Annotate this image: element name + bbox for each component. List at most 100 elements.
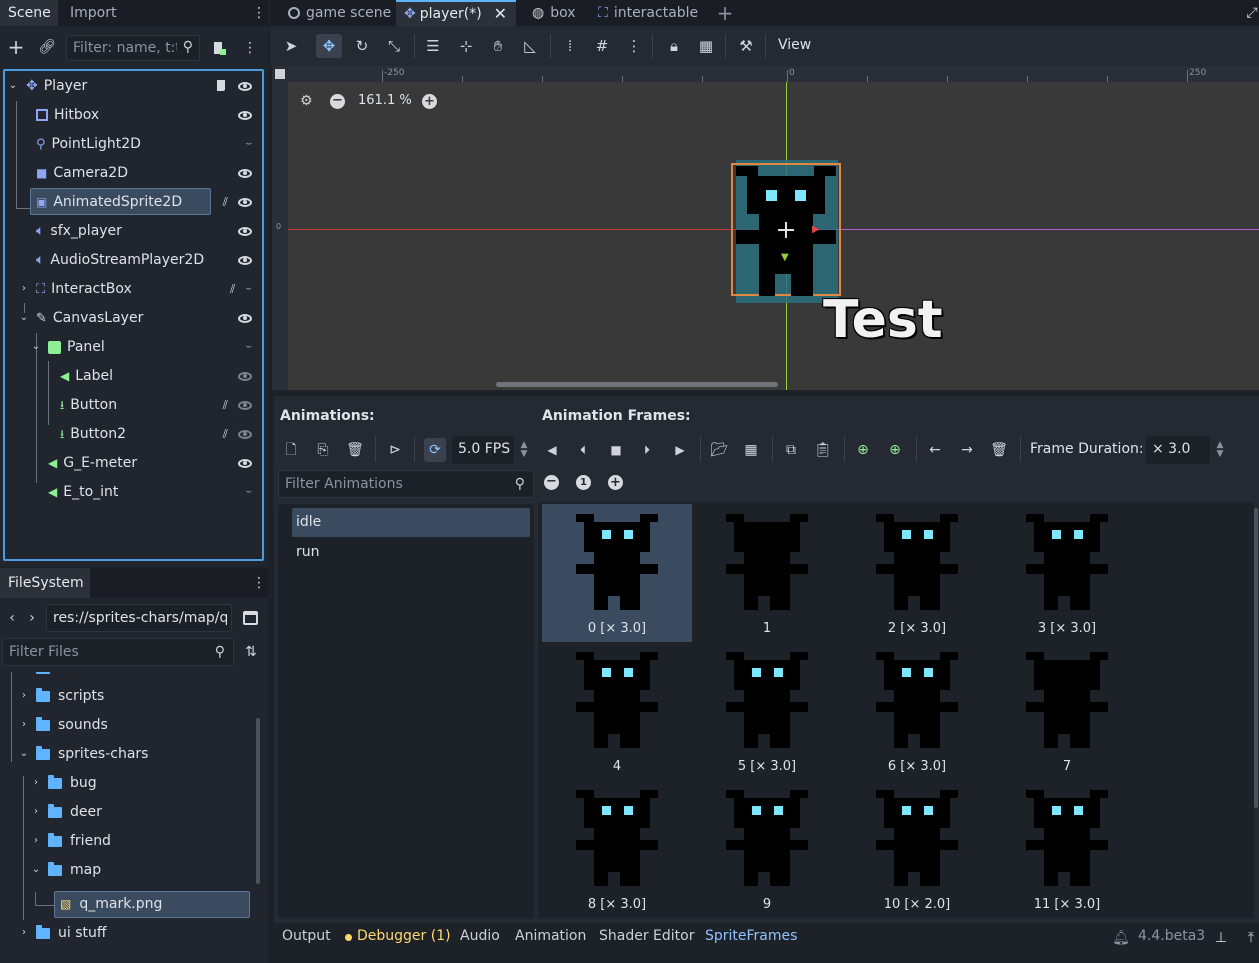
bottom-tab-shader-editor[interactable]: Shader Editor xyxy=(599,928,694,944)
chevron-right-icon[interactable]: › xyxy=(18,928,30,938)
scene-filter-input[interactable]: Filter: name, t:t ⚲ xyxy=(66,35,200,61)
frames-scrollbar[interactable] xyxy=(1254,508,1258,808)
bottom-tab-audio[interactable]: Audio xyxy=(460,928,500,944)
visibility-eye-icon[interactable] xyxy=(238,429,252,439)
back-icon[interactable]: ‹ xyxy=(6,610,18,626)
move-right-icon[interactable]: → xyxy=(958,440,976,460)
view-menu[interactable]: View xyxy=(778,37,811,53)
x-arrow-icon[interactable]: ▶ xyxy=(812,224,820,235)
tree-row-e-to-int[interactable]: ◀ E_to_int ⌣ xyxy=(48,478,262,506)
script-icon[interactable] xyxy=(214,79,228,93)
forward-icon[interactable]: › xyxy=(26,610,38,626)
rotate-tool-icon[interactable]: ↻ xyxy=(349,34,375,58)
tree-row-button2[interactable]: ⭳ Button2 ⫽ xyxy=(60,420,262,448)
grid-snap-icon[interactable]: # xyxy=(589,34,615,58)
visibility-eye-icon[interactable] xyxy=(238,400,252,410)
frame-duration-field[interactable]: × 3.0 xyxy=(1146,436,1210,464)
frames-zoom-out-icon[interactable]: − xyxy=(544,475,559,490)
sprite-sheet-icon[interactable]: ▦ xyxy=(742,440,760,460)
chevron-down-icon[interactable]: ⌄ xyxy=(30,865,42,875)
frame-item[interactable]: 4 xyxy=(542,642,692,780)
zoom-out-icon[interactable]: − xyxy=(330,94,345,109)
tree-row-g-e-meter[interactable]: ◀ G_E-meter xyxy=(48,449,262,477)
tree-row-pointlight2d[interactable]: ⚲ PointLight2D ⌣ xyxy=(36,130,262,158)
duration-spinner-icon[interactable]: ▲ ▼ xyxy=(1214,436,1226,464)
animation-item-idle[interactable]: idle xyxy=(292,508,530,537)
tab-filesystem[interactable]: FileSystem xyxy=(0,568,90,598)
folder-row-scenes[interactable]: › scenes xyxy=(18,672,106,682)
ruler-tool-icon[interactable]: ◺ xyxy=(517,34,543,58)
frame-item[interactable]: 8 [× 3.0] xyxy=(542,780,692,918)
frame-item[interactable]: 11 [× 3.0] xyxy=(992,780,1142,918)
pin-icon[interactable]: ⊥ xyxy=(1214,930,1228,946)
chevron-right-icon[interactable]: › xyxy=(18,284,30,294)
new-animation-icon[interactable]: 🗋︎ xyxy=(282,440,300,460)
signal-icon[interactable]: ⫽ xyxy=(223,428,228,440)
fps-field[interactable]: 5.0 FPS xyxy=(452,436,514,464)
scale-tool-icon[interactable]: ⤡ xyxy=(381,34,407,58)
tree-row-animatedsprite2d[interactable]: ▣ AnimatedSprite2D ⫽ xyxy=(36,188,262,216)
paste-icon[interactable]: 📋︎ xyxy=(814,440,832,460)
tab-import[interactable]: Import xyxy=(62,0,124,26)
frame-item[interactable]: 3 [× 3.0] xyxy=(992,504,1142,642)
insert-after-icon[interactable]: ⊕ xyxy=(886,440,904,460)
stop-icon[interactable]: ■ xyxy=(608,440,624,460)
dock-menu-icon[interactable]: ⋮ xyxy=(252,574,266,592)
folder-row-friend[interactable]: › friend xyxy=(30,827,111,855)
snap-options-icon[interactable]: ⋮ xyxy=(621,34,647,58)
tree-row-audiostreamplayer2d[interactable]: 🔈︎ AudioStreamPlayer2D xyxy=(36,246,262,274)
visibility-eye-icon[interactable] xyxy=(238,371,252,381)
visibility-eye-icon[interactable] xyxy=(238,168,252,178)
frame-item[interactable]: 5 [× 3.0] xyxy=(692,642,842,780)
attach-script-icon[interactable] xyxy=(210,38,228,58)
chevron-right-icon[interactable]: › xyxy=(30,807,42,817)
delete-animation-icon[interactable]: 🗑︎ xyxy=(346,440,364,460)
tree-row-sfx-player[interactable]: 🔈︎ sfx_player xyxy=(36,217,262,245)
more-icon[interactable]: ⋮ xyxy=(243,38,257,58)
chevron-down-icon[interactable]: ⌄ xyxy=(6,81,20,91)
visibility-eye-icon[interactable] xyxy=(238,255,252,265)
bottom-tab-output[interactable]: Output xyxy=(282,928,331,944)
frames-zoom-in-icon[interactable]: + xyxy=(608,475,623,490)
chevron-down-icon[interactable]: ⌄ xyxy=(30,342,42,352)
bottom-tab-debugger[interactable]: Debugger (1) xyxy=(357,928,451,944)
folder-row-sprites-chars[interactable]: ⌄ sprites-chars xyxy=(18,740,148,768)
split-view-icon[interactable] xyxy=(243,611,258,625)
play-backwards-from-end-icon[interactable]: ⏴ xyxy=(574,440,592,460)
bell-icon[interactable]: 🔔︎ xyxy=(1112,930,1130,946)
zoom-in-icon[interactable]: + xyxy=(422,94,437,109)
tree-row-canvaslayer[interactable]: ⌄ ✎ CanvasLayer xyxy=(18,304,262,332)
open-folder-icon[interactable]: 📂︎ xyxy=(710,440,728,460)
fps-spinner-icon[interactable]: ▲ ▼ xyxy=(518,436,530,464)
dock-menu-icon[interactable]: ⋮ xyxy=(252,4,266,22)
hidden-eye-icon[interactable]: ⌣ xyxy=(245,342,252,352)
play-from-start-icon[interactable]: ⏵ xyxy=(638,440,656,460)
file-row-q-mark[interactable]: ▧ q_mark.png xyxy=(60,890,162,918)
folder-row-deer[interactable]: › deer xyxy=(30,798,102,826)
tree-row-hitbox[interactable]: Hitbox xyxy=(36,101,262,129)
move-tool-icon[interactable]: ✥ xyxy=(316,34,342,58)
distraction-free-icon[interactable]: ⤢ xyxy=(1245,3,1259,23)
tree-row-panel[interactable]: ⌄ Panel ⌣ xyxy=(30,333,262,361)
play-icon[interactable]: ▶ xyxy=(672,440,688,460)
tab-game-scene[interactable]: game scene xyxy=(280,0,399,26)
tree-row-interactbox[interactable]: › ⛶ InteractBox ⫽ ⌣ xyxy=(18,275,262,303)
zoom-level[interactable]: 161.1 % xyxy=(358,93,412,108)
insert-before-icon[interactable]: ⊕ xyxy=(854,440,872,460)
filter-animations-input[interactable]: Filter Animations ⚲ xyxy=(278,470,534,498)
smart-snap-icon[interactable]: ⦙ xyxy=(557,34,583,58)
file-scrollbar[interactable] xyxy=(256,718,260,884)
tree-row-button[interactable]: ⭳ Button ⫽ xyxy=(60,391,262,419)
group-icon[interactable]: ▦ xyxy=(693,34,719,58)
center-view-icon[interactable]: ⚙ xyxy=(300,94,313,108)
bottom-tab-spriteframes[interactable]: SpriteFrames xyxy=(705,928,797,944)
signal-icon[interactable]: ⫽ xyxy=(223,399,228,411)
pan-tool-icon[interactable]: ✋︎ xyxy=(485,34,511,58)
tree-row-label[interactable]: ◀ Label xyxy=(60,362,262,390)
filter-files-input[interactable]: Filter Files ⚲ xyxy=(2,638,234,666)
tab-player[interactable]: ✥ player(*) ✕ xyxy=(396,0,516,26)
close-icon[interactable]: ✕ xyxy=(494,6,507,22)
expand-panel-icon[interactable]: ⤒ xyxy=(1244,930,1258,946)
pivot-tool-icon[interactable]: ⊹ xyxy=(453,34,479,58)
first-frame-icon[interactable]: ◀ xyxy=(544,440,560,460)
